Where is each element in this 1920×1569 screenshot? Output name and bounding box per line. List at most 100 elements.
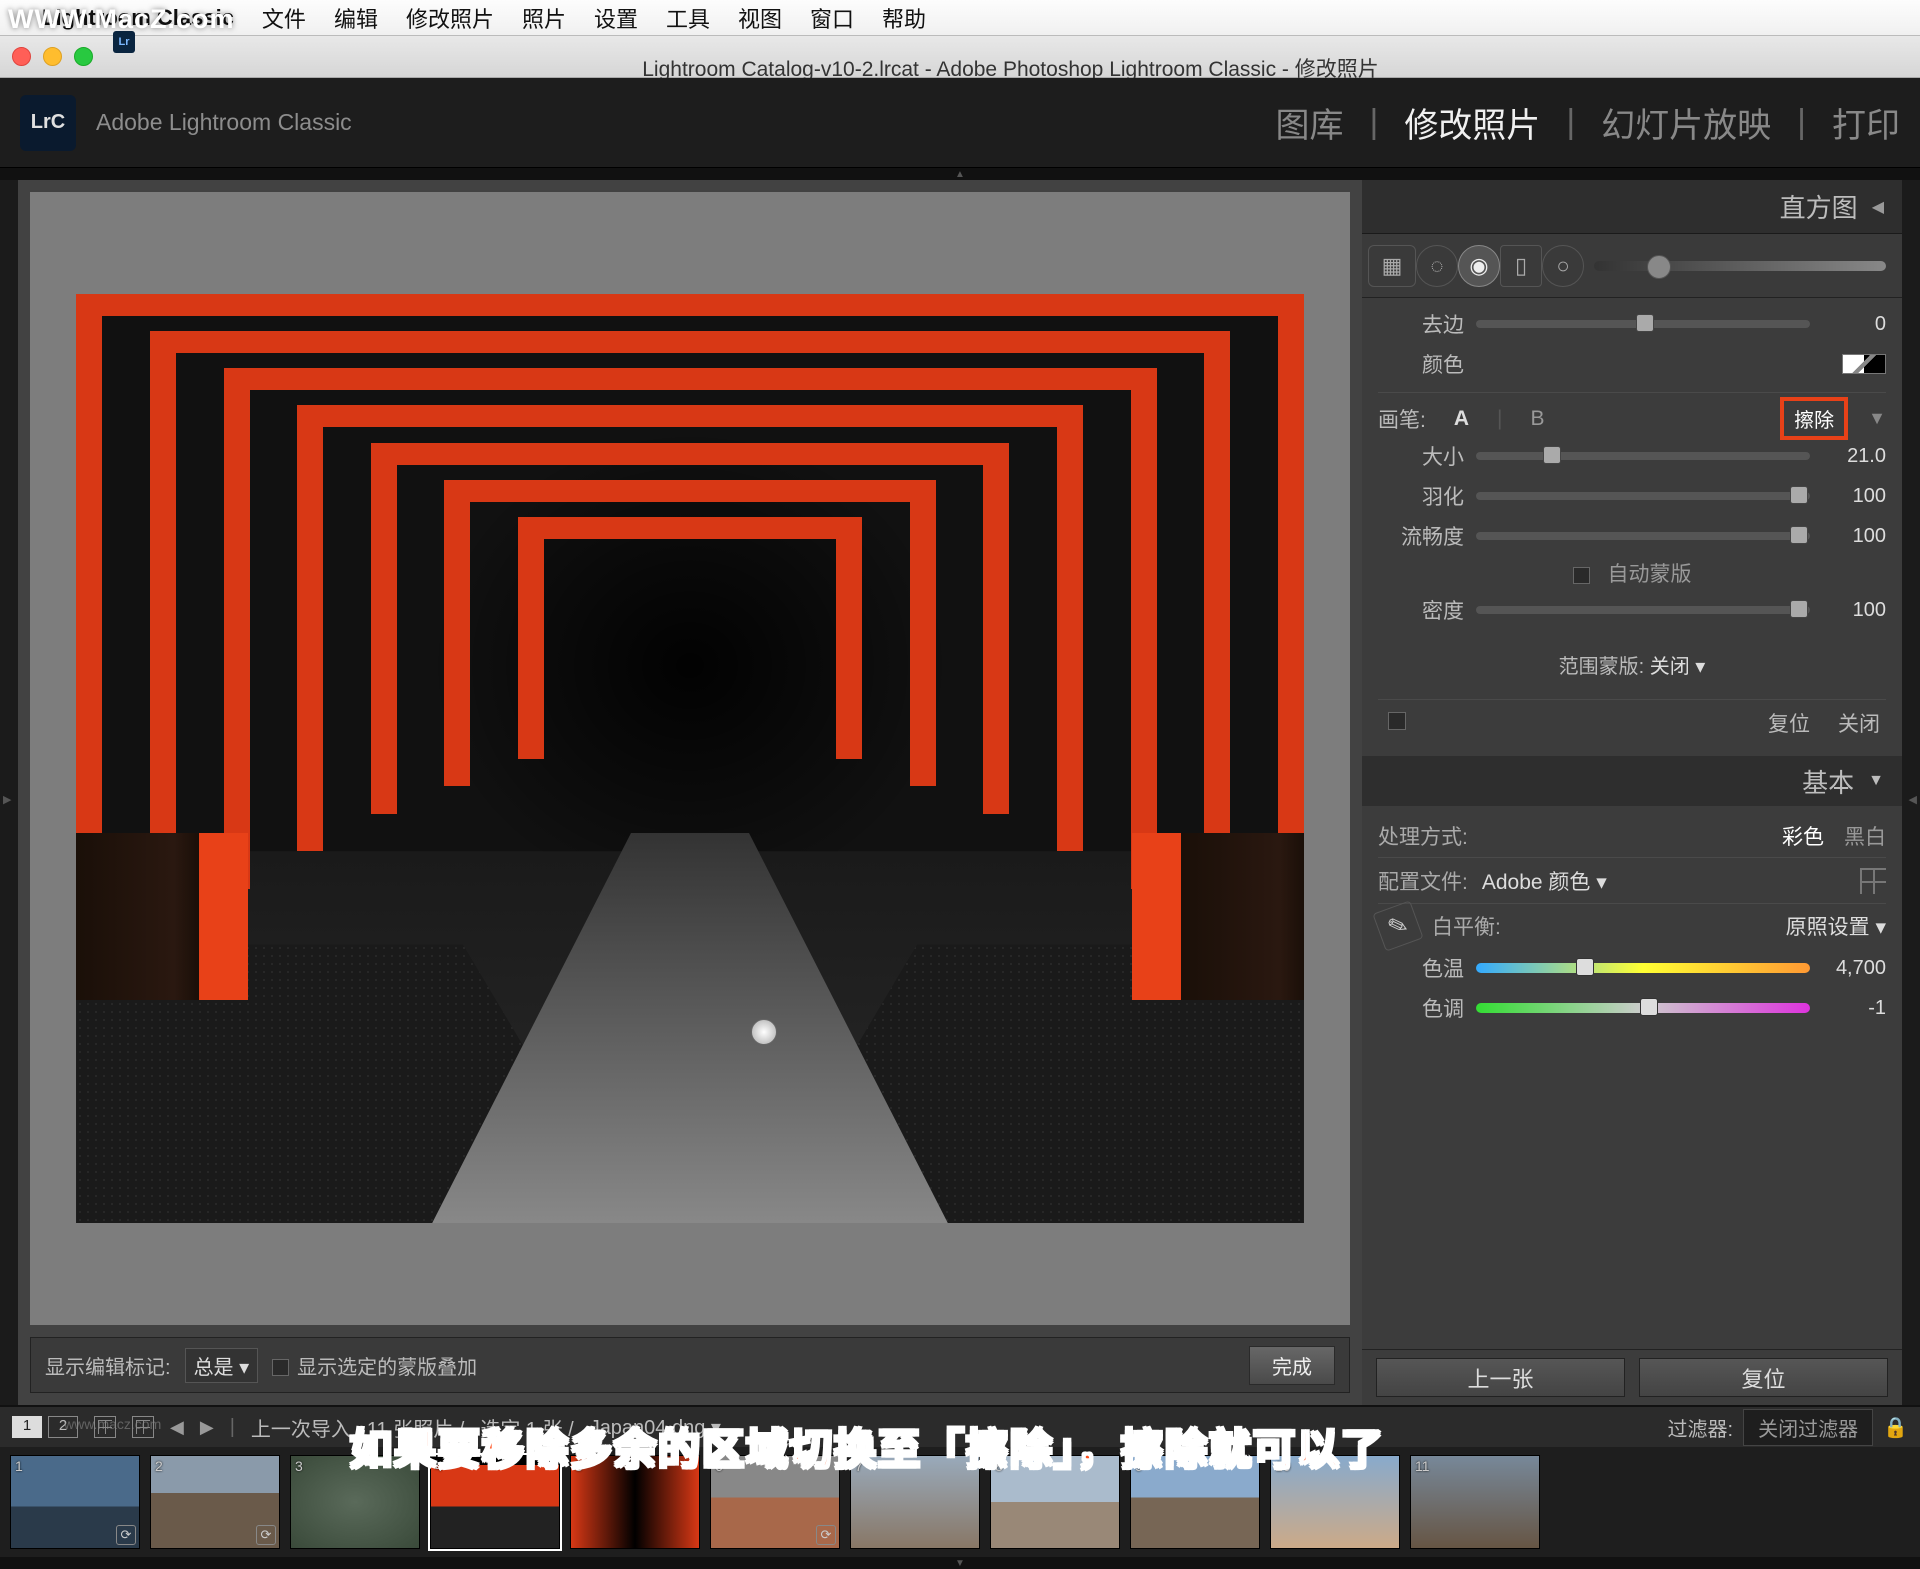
app-brand-label: Adobe Lightroom Classic [96,109,1275,136]
window-title: Lr Lightroom Catalog-v10-2.lrcat - Adobe… [113,31,1908,83]
bottom-panel-handle[interactable] [0,1557,1920,1569]
right-panel-handle[interactable] [1902,180,1920,1405]
profile-dropdown[interactable]: Adobe 颜色 ▾ [1482,866,1846,896]
menu-develop[interactable]: 修改照片 [406,2,494,34]
window-traffic-lights [12,47,93,66]
module-develop[interactable]: 修改照片 [1404,98,1540,147]
nav-fwd-icon[interactable]: ▶ [200,1417,214,1438]
sync-icon: ⟳ [116,1525,136,1545]
brush-tool-slider[interactable] [1594,261,1886,271]
brush-a-button[interactable]: A [1446,405,1477,433]
done-button[interactable]: 完成 [1249,1346,1335,1385]
module-sep: | [1797,103,1806,142]
thumbnail[interactable]: 11 [1410,1455,1540,1549]
menu-settings[interactable]: 设置 [594,2,638,34]
thumb-watermark: www.macz.com [64,1416,161,1432]
density-label: 密度 [1378,595,1464,625]
filter-lock-icon[interactable]: 🔒 [1883,1415,1908,1440]
defringe-value: 0 [1822,313,1886,336]
density-slider[interactable] [1476,606,1810,614]
window-titlebar: Lr Lightroom Catalog-v10-2.lrcat - Adobe… [0,36,1920,78]
menu-tools[interactable]: 工具 [666,2,710,34]
profile-browser-icon[interactable] [1860,868,1886,894]
flow-slider[interactable] [1476,532,1810,540]
gradient-tool-icon[interactable]: ▯ [1500,245,1542,287]
menu-help[interactable]: 帮助 [882,2,926,34]
thumbnail[interactable]: 2⟳ [150,1455,280,1549]
eyedropper-icon[interactable]: ✎ [1372,900,1423,951]
module-sep: | [1566,103,1575,142]
module-library[interactable]: 图库 [1275,98,1343,147]
menu-window[interactable]: 窗口 [810,2,854,34]
mask-toggle-switch[interactable] [1388,712,1406,730]
profile-label: 配置文件: [1378,866,1468,896]
menu-edit[interactable]: 编辑 [334,2,378,34]
brush-b-button[interactable]: B [1522,405,1552,433]
photo-preview[interactable] [76,294,1304,1223]
app-header: LrC Adobe Lightroom Classic 图库 | 修改照片 | … [0,78,1920,168]
brush-label: 画笔: [1378,404,1426,434]
overlay-checkbox[interactable]: 显示选定的蒙版叠加 [272,1351,477,1380]
left-panel-handle[interactable] [0,180,18,1405]
color-swatch[interactable] [1842,354,1886,374]
window-zoom-button[interactable] [74,47,93,66]
defringe-label: 去边 [1378,309,1464,339]
defringe-slider[interactable] [1476,320,1810,328]
window-minimize-button[interactable] [43,47,62,66]
show-edit-dropdown[interactable]: 总是 ▾ [185,1348,259,1383]
reset-button[interactable]: 复位 [1639,1358,1888,1397]
mask-reset-button[interactable]: 复位 [1768,708,1810,738]
menu-view[interactable]: 视图 [738,2,782,34]
filter-label: 过滤器: [1668,1413,1734,1442]
treatment-label: 处理方式: [1378,821,1468,851]
temp-value: 4,700 [1822,957,1886,980]
nav-back-icon[interactable]: ◀ [170,1417,184,1438]
histogram-title: 直方图 [1780,188,1858,225]
automask-checkbox[interactable] [1573,567,1590,584]
menu-file[interactable]: 文件 [262,2,306,34]
size-slider[interactable] [1476,452,1810,460]
treatment-bw-button[interactable]: 黑白 [1844,821,1886,851]
thumbnail[interactable]: 1⟳ [10,1455,140,1549]
crop-tool-icon[interactable]: ▦ [1368,245,1416,287]
app-logo-icon: LrC [20,95,76,151]
redeye-tool-icon[interactable]: ◉ [1458,245,1500,287]
mask-close-button[interactable]: 关闭 [1838,708,1880,738]
basic-panel-header[interactable]: 基本 ▼ [1362,756,1902,806]
size-value: 21.0 [1822,445,1886,468]
brush-erase-button[interactable]: 擦除 [1780,397,1848,440]
window-close-button[interactable] [12,47,31,66]
menu-photo[interactable]: 照片 [522,2,566,34]
histogram-header[interactable]: 直方图 ◀ [1362,180,1902,234]
basic-title: 基本 [1802,763,1854,800]
filter-dropdown[interactable]: 关闭过滤器 [1743,1409,1873,1446]
image-canvas[interactable] [30,192,1350,1325]
radial-tool-icon[interactable]: ○ [1542,245,1584,287]
spot-tool-icon[interactable]: ◌ [1416,245,1458,287]
watermark: WWW.MacZ.com [0,0,243,39]
brush-pin-icon[interactable] [751,1019,777,1045]
feather-slider[interactable] [1476,492,1810,500]
module-print[interactable]: 打印 [1832,98,1900,147]
temp-label: 色温 [1378,953,1464,983]
flow-label: 流畅度 [1378,521,1464,551]
show-edit-label: 显示编辑标记: [45,1351,171,1380]
wb-label: 白平衡: [1432,911,1501,941]
top-panel-handle[interactable] [0,168,1920,180]
chevron-left-icon: ◀ [1872,197,1884,217]
photo-content [76,294,1304,1223]
module-slideshow[interactable]: 幻灯片放映 [1601,98,1771,147]
develop-toolstrip: ▦ ◌ ◉ ▯ ○ [1362,234,1902,298]
prev-photo-button[interactable]: 上一张 [1376,1358,1625,1397]
tint-slider[interactable] [1476,1003,1810,1013]
temp-slider[interactable] [1476,963,1810,973]
source-label[interactable]: 上一次导入 [251,1413,351,1442]
size-label: 大小 [1378,441,1464,471]
sync-icon: ⟳ [256,1525,276,1545]
range-mask-dropdown[interactable]: 关闭 ▾ [1650,656,1706,678]
wb-dropdown[interactable]: 原照设置 ▾ [1515,911,1886,941]
treatment-color-button[interactable]: 彩色 [1782,821,1824,851]
feather-value: 100 [1822,485,1886,508]
chevron-down-icon[interactable]: ▼ [1868,408,1886,429]
display-1-button[interactable]: 1 [12,1416,42,1438]
